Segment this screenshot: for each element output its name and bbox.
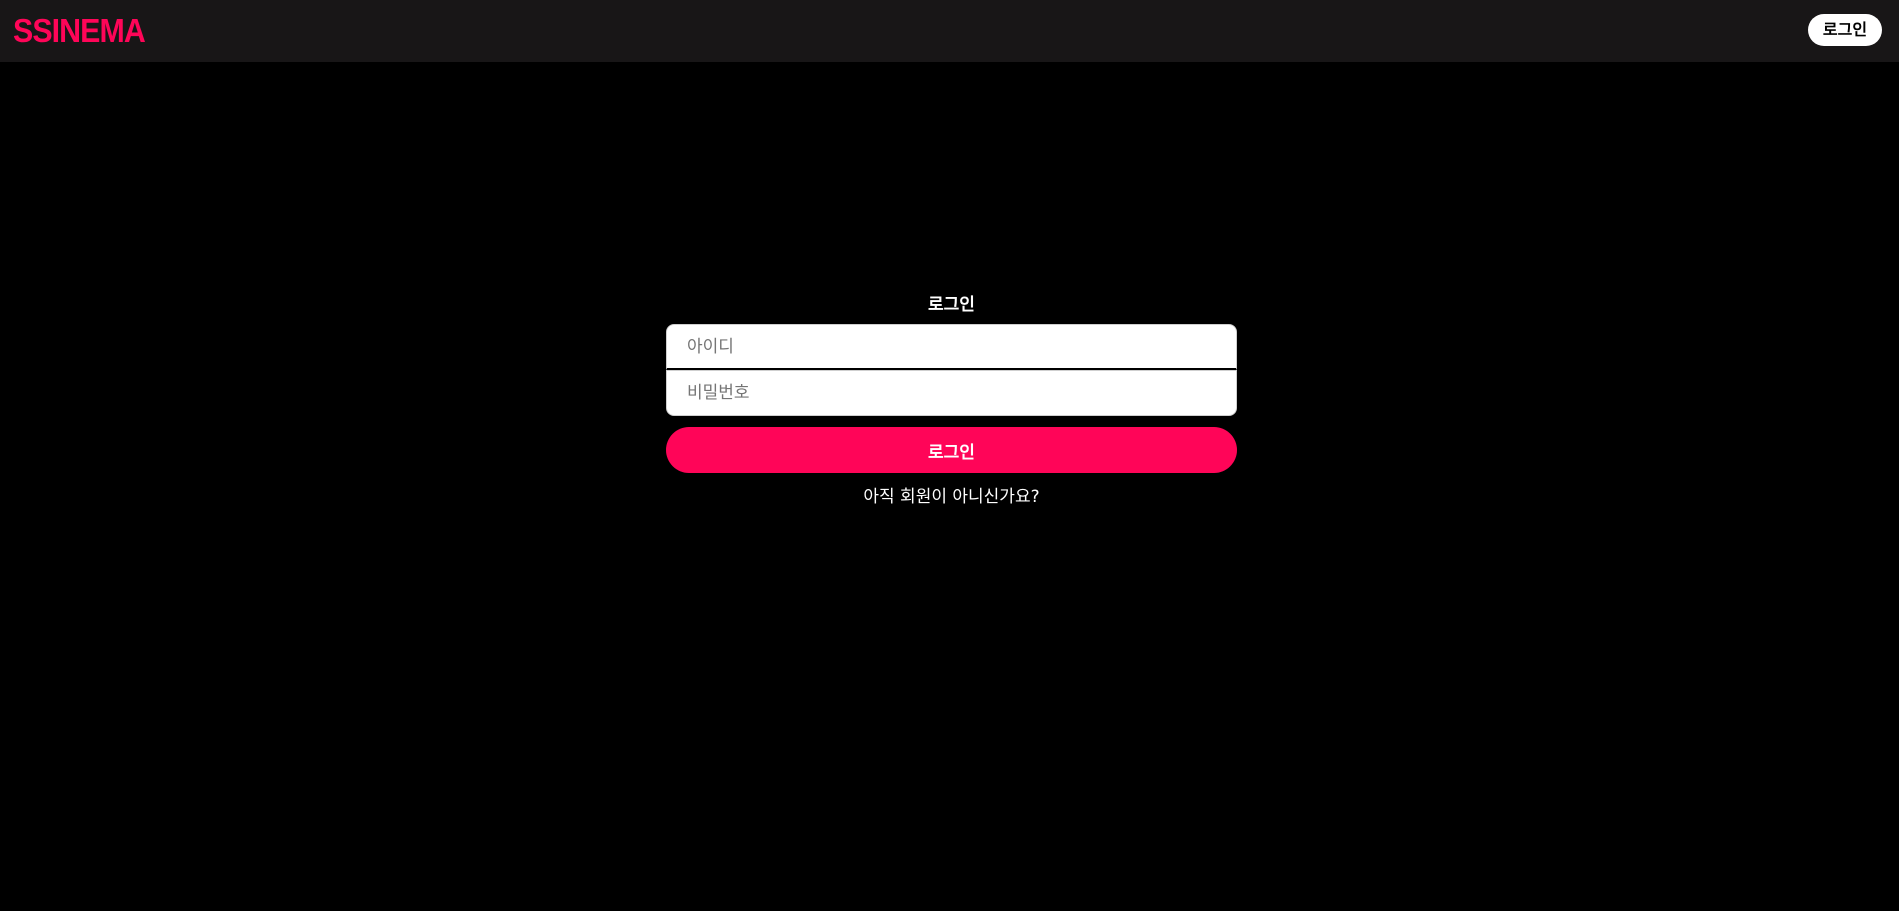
signup-link[interactable]: 아직 회원이 아니신가요?	[0, 485, 1899, 509]
login-title: 로그인	[928, 295, 975, 315]
header-login-button[interactable]: 로그인	[1808, 14, 1882, 46]
password-input[interactable]	[666, 370, 1237, 416]
ssinema-logo[interactable]: SSINEMA	[13, 12, 146, 50]
id-input[interactable]	[666, 324, 1237, 370]
login-submit-button[interactable]: 로그인	[666, 427, 1237, 473]
top-header: SSINEMA 로그인	[0, 0, 1899, 62]
